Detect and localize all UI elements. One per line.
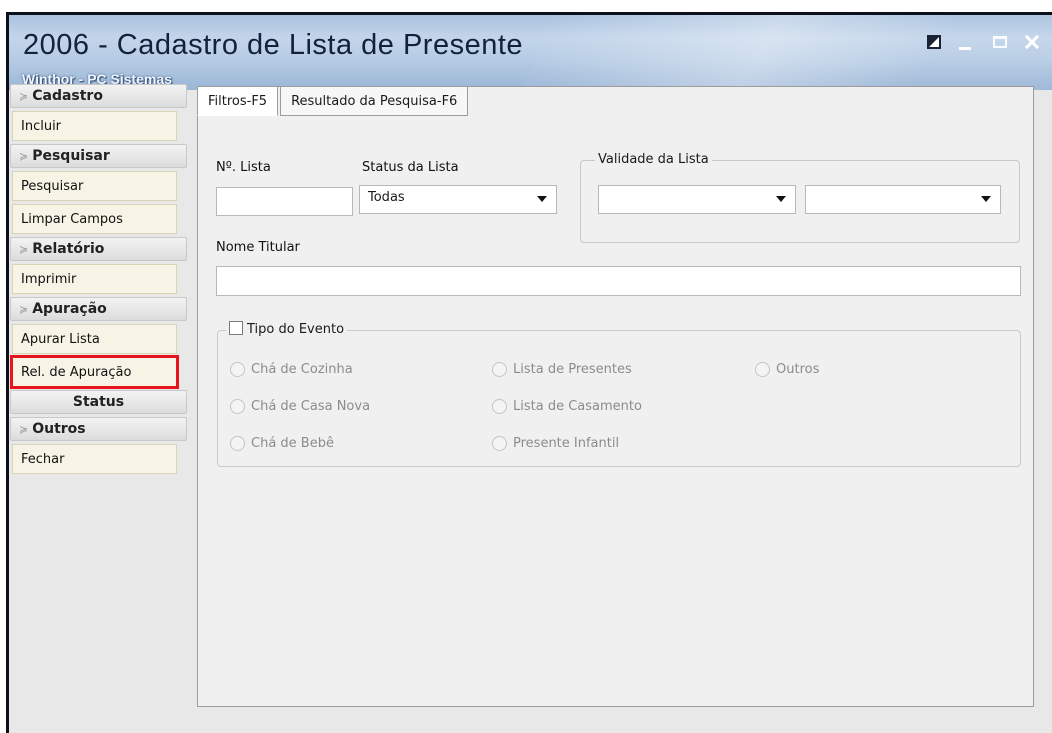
chevron-down-icon: ≽ bbox=[19, 302, 29, 316]
imprimir-button[interactable]: Imprimir bbox=[12, 264, 177, 294]
group-status[interactable]: Status bbox=[10, 390, 187, 414]
chevron-down-icon bbox=[981, 196, 991, 202]
window-title: 2006 - Cadastro de Lista de Presente bbox=[23, 29, 524, 61]
radio-lista-de-presentes[interactable]: Lista de Presentes bbox=[492, 362, 632, 377]
group-outros[interactable]: ≽ Outros bbox=[10, 417, 187, 441]
resize-icon[interactable] bbox=[922, 31, 946, 53]
close-icon bbox=[1024, 34, 1040, 50]
radio-outros[interactable]: Outros bbox=[755, 362, 819, 377]
chevron-down-icon: ≽ bbox=[19, 149, 29, 163]
validade-from-select[interactable] bbox=[598, 185, 796, 214]
nome-titular-field[interactable] bbox=[216, 266, 1021, 296]
radio-presente-infantil[interactable]: Presente Infantil bbox=[492, 436, 619, 451]
tipo-evento-legend[interactable]: Tipo do Evento bbox=[226, 321, 348, 337]
radio-cha-de-bebe[interactable]: Chá de Bebê bbox=[230, 436, 334, 451]
group-apuracao[interactable]: ≽ Apuração bbox=[10, 297, 187, 321]
limpar-campos-button[interactable]: Limpar Campos bbox=[12, 204, 177, 234]
title-bar: 2006 - Cadastro de Lista de Presente Win… bbox=[9, 15, 1052, 90]
apurar-lista-button[interactable]: Apurar Lista bbox=[12, 324, 177, 354]
tipo-evento-checkbox[interactable] bbox=[229, 321, 243, 335]
radio-circle bbox=[230, 399, 245, 414]
radio-cha-de-casa-nova[interactable]: Chá de Casa Nova bbox=[230, 399, 370, 414]
group-pesquisar[interactable]: ≽ Pesquisar bbox=[10, 144, 187, 168]
group-cadastro[interactable]: ≽ Cadastro bbox=[10, 84, 187, 108]
nome-titular-label: Nome Titular bbox=[216, 240, 300, 255]
fechar-button[interactable]: Fechar bbox=[12, 444, 177, 474]
validade-to-select[interactable] bbox=[805, 185, 1001, 214]
tipo-evento-label: Tipo do Evento bbox=[247, 322, 345, 337]
minimize-button[interactable] bbox=[953, 31, 977, 53]
radio-circle bbox=[230, 436, 245, 451]
status-lista-label: Status da Lista bbox=[362, 160, 459, 175]
radio-circle bbox=[492, 362, 507, 377]
rel-apuracao-button[interactable]: Rel. de Apuração bbox=[10, 355, 179, 389]
numero-lista-field[interactable] bbox=[216, 187, 353, 216]
radio-circle bbox=[755, 362, 770, 377]
status-lista-value: Todas bbox=[368, 190, 405, 205]
tab-filtros[interactable]: Filtros-F5 bbox=[197, 86, 279, 116]
radio-circle bbox=[230, 362, 245, 377]
chevron-down-icon: ≽ bbox=[19, 242, 29, 256]
validade-label: Validade da Lista bbox=[595, 152, 712, 167]
pesquisar-button[interactable]: Pesquisar bbox=[12, 171, 177, 201]
action-sidebar: ≽ Cadastro Incluir ≽ Pesquisar Pesquisar L… bbox=[10, 84, 187, 477]
tab-strip: Filtros-F5 Resultado da Pesquisa-F6 bbox=[197, 86, 470, 116]
radio-cha-de-cozinha[interactable]: Chá de Cozinha bbox=[230, 362, 353, 377]
incluir-button[interactable]: Incluir bbox=[12, 111, 177, 141]
tab-resultado-pesquisa[interactable]: Resultado da Pesquisa-F6 bbox=[280, 86, 469, 116]
maximize-button[interactable] bbox=[988, 31, 1012, 53]
chevron-down-icon: ≽ bbox=[19, 422, 29, 436]
group-relatorio[interactable]: ≽ Relatório bbox=[10, 237, 187, 261]
radio-circle bbox=[492, 399, 507, 414]
close-button[interactable] bbox=[1020, 31, 1044, 53]
numero-lista-label: Nº. Lista bbox=[216, 160, 271, 175]
radio-circle bbox=[492, 436, 507, 451]
status-lista-select[interactable]: Todas bbox=[359, 185, 557, 214]
chevron-down-icon: ≽ bbox=[19, 89, 29, 103]
chevron-down-icon bbox=[776, 196, 786, 202]
chevron-down-icon bbox=[537, 196, 547, 202]
radio-lista-de-casamento[interactable]: Lista de Casamento bbox=[492, 399, 642, 414]
